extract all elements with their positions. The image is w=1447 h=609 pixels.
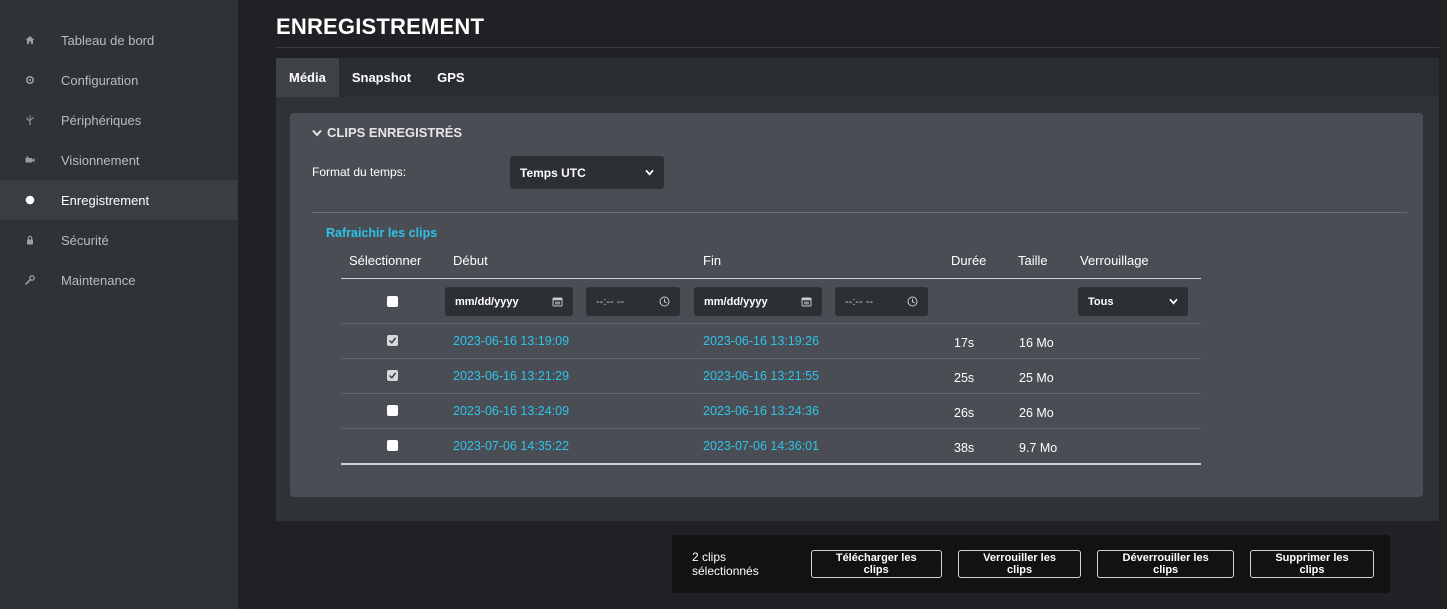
column-header-select: Sélectionner [349,253,422,268]
column-header-lock: Verrouillage [1080,253,1149,268]
chevron-down-icon [1169,298,1178,305]
lock-clips-button[interactable]: Verrouiller les clips [957,550,1082,578]
clip-end-link[interactable]: 2023-07-06 14:36:01 [703,439,819,453]
end-time-placeholder: --:-- -- [845,295,874,308]
row-checkbox[interactable] [387,440,398,451]
download-clips-button[interactable]: Télécharger les clips [810,550,942,578]
clip-end-link[interactable]: 2023-06-16 13:21:55 [703,369,819,383]
clip-end-link[interactable]: 2023-06-16 13:19:26 [703,334,819,348]
section-toggle[interactable]: CLIPS ENREGISTRÉS [312,125,462,140]
sidebar-item-label: Configuration [61,72,139,88]
time-format-select[interactable]: Temps UTC [510,156,664,189]
time-format-value: Temps UTC [520,165,586,180]
table-row: 2023-07-06 14:35:22 2023-07-06 14:36:01 … [341,428,1201,463]
clip-start-link[interactable]: 2023-06-16 13:24:09 [453,404,569,418]
sidebar: Tableau de bord Configuration Périphériq… [0,0,238,609]
title-divider [276,47,1439,48]
table-row: 2023-06-16 13:21:29 2023-06-16 13:21:55 … [341,358,1201,393]
clock-icon [907,296,918,307]
refresh-clips-link[interactable]: Rafraichir les clips [326,226,437,240]
table-row: 2023-06-16 13:24:09 2023-06-16 13:24:36 … [341,393,1201,428]
sidebar-item-viewing[interactable]: Visionnement [0,140,238,180]
end-date-filter[interactable]: mm/dd/yyyy [694,287,822,316]
tab-bar: Média Snapshot GPS [276,58,1439,97]
sidebar-item-security[interactable]: Sécurité [0,220,238,260]
start-time-filter[interactable]: --:-- -- [586,287,680,316]
recorded-clips-card: CLIPS ENREGISTRÉS Format du temps: Temps… [290,113,1423,497]
main-content: ENREGISTREMENT Média Snapshot GPS CLIPS … [238,0,1447,609]
start-date-placeholder: mm/dd/yyyy [455,295,519,308]
selected-count: 2 clips sélectionnés [692,550,759,578]
clip-size: 16 Mo [1019,336,1054,350]
checkmark-icon [388,372,397,379]
tab-snapshot[interactable]: Snapshot [339,58,424,97]
column-header-size: Taille [1018,253,1048,268]
home-icon [22,35,38,45]
tab-gps[interactable]: GPS [424,58,477,97]
sidebar-item-label: Maintenance [61,272,136,288]
start-date-filter[interactable]: mm/dd/yyyy [445,287,573,316]
clip-size: 9.7 Mo [1019,441,1058,455]
column-header-end: Fin [703,253,722,268]
calendar-icon [801,297,812,307]
clip-duration: 38s [954,441,975,455]
usb-icon [22,115,38,125]
sidebar-item-label: Sécurité [61,232,109,248]
clip-duration: 26s [954,406,975,420]
clip-size: 25 Mo [1019,371,1054,385]
page-title: ENREGISTREMENT [276,14,485,39]
unlock-clips-button[interactable]: Déverrouiller les clips [1097,550,1234,578]
clip-end-link[interactable]: 2023-06-16 13:24:36 [703,404,819,418]
sidebar-item-label: Visionnement [61,152,140,168]
sidebar-item-recording[interactable]: Enregistrement [0,180,238,220]
sidebar-item-label: Tableau de bord [61,32,155,48]
wrench-icon [22,275,38,285]
checkmark-icon [388,337,397,344]
sidebar-item-label: Périphériques [61,112,142,128]
table-row: 2023-06-16 13:19:09 2023-06-16 13:19:26 … [341,323,1201,358]
column-header-start: Début [453,253,488,268]
end-date-placeholder: mm/dd/yyyy [704,295,768,308]
delete-clips-button[interactable]: Supprimer les clips [1249,550,1374,578]
chevron-down-icon [645,169,654,176]
filter-row: mm/dd/yyyy --:-- -- mm/dd/yyyy --:-- -- [341,279,1201,323]
clip-start-link[interactable]: 2023-06-16 13:21:29 [453,369,569,383]
column-header-duration: Durée [951,253,987,268]
sidebar-item-maintenance[interactable]: Maintenance [0,260,238,300]
sidebar-item-configuration[interactable]: Configuration [0,60,238,100]
section-divider [312,212,1407,213]
lock-icon [22,235,38,245]
clip-start-link[interactable]: 2023-06-16 13:19:09 [453,334,569,348]
camera-icon [22,155,38,165]
lock-filter-value: Tous [1088,295,1114,308]
section-title: CLIPS ENREGISTRÉS [327,125,463,140]
end-time-filter[interactable]: --:-- -- [835,287,928,316]
recording-panel: Média Snapshot GPS CLIPS ENREGISTRÉS For… [276,58,1439,521]
lock-filter-select[interactable]: Tous [1078,287,1188,316]
sidebar-item-peripherals[interactable]: Périphériques [0,100,238,140]
chevron-down-icon [312,129,322,137]
clip-duration: 25s [954,371,975,385]
sidebar-item-dashboard[interactable]: Tableau de bord [0,20,238,60]
select-all-checkbox[interactable] [387,296,398,307]
clip-size: 26 Mo [1019,406,1054,420]
row-checkbox[interactable] [387,370,398,381]
start-time-placeholder: --:-- -- [596,295,625,308]
table-bottom-divider [341,463,1201,465]
tab-media[interactable]: Média [276,58,339,97]
clip-start-link[interactable]: 2023-07-06 14:35:22 [453,439,569,453]
calendar-icon [552,297,563,307]
bulk-action-bar: 2 clips sélectionnés Télécharger les cli… [672,535,1390,593]
gear-icon [22,75,38,85]
time-format-label: Format du temps: [312,165,407,179]
row-checkbox[interactable] [387,335,398,346]
row-checkbox[interactable] [387,405,398,416]
clock-icon [659,296,670,307]
clip-duration: 17s [954,336,975,350]
sidebar-item-label: Enregistrement [61,192,150,208]
record-dot-icon [22,195,38,205]
